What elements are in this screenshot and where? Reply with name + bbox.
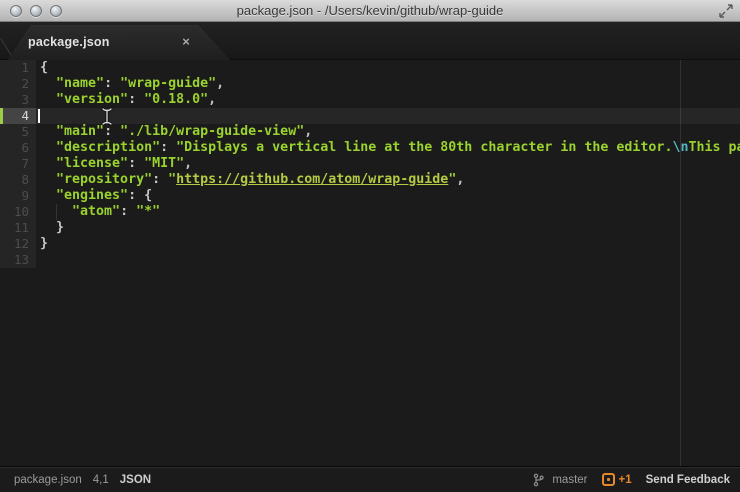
git-branch-icon [533, 473, 544, 487]
code-token [40, 172, 56, 187]
code-token: This pa [688, 140, 740, 155]
title-bar: package.json - /Users/kevin/github/wrap-… [0, 0, 740, 22]
tab-package-json[interactable]: package.json × [8, 25, 230, 60]
code-token: { [40, 60, 48, 75]
code-line[interactable]: { [0, 60, 740, 76]
code-token: } [40, 220, 64, 235]
code-token: "description" [56, 140, 160, 155]
code-token: : [128, 188, 144, 203]
code-token: , [208, 92, 216, 107]
status-left: package.json 4,1 JSON [14, 474, 151, 486]
code-token: " [168, 172, 176, 187]
code-token: "atom" [72, 204, 120, 219]
code-token [40, 156, 56, 171]
status-bar: package.json 4,1 JSON master +1 Send Fee… [0, 466, 740, 492]
editor[interactable]: 12345678910111213 { "name": "wrap-guide"… [0, 60, 740, 466]
code-token: { [144, 188, 152, 203]
diff-modified-icon [602, 473, 615, 486]
ibeam-pointer-icon [101, 107, 113, 126]
status-right: master +1 Send Feedback [533, 473, 730, 487]
code-token: "main" [56, 124, 104, 139]
code-token [40, 204, 72, 219]
zoom-window-button[interactable] [50, 5, 62, 17]
code-token: : [104, 124, 120, 139]
code-token: , [304, 124, 312, 139]
code-token: : [128, 156, 144, 171]
code-token: "*" [136, 204, 160, 219]
code-token: "0.18.0" [144, 92, 208, 107]
code-token: : [104, 76, 120, 91]
send-feedback-button[interactable]: Send Feedback [646, 474, 730, 486]
diff-modified-dot [607, 478, 610, 481]
code-line[interactable]: "license": "MIT", [0, 156, 740, 172]
code-token: "wrap-guide" [120, 76, 216, 91]
code-token [40, 76, 56, 91]
code-token [40, 140, 56, 155]
code-token: "license" [56, 156, 128, 171]
code-token: : [160, 140, 176, 155]
code-line[interactable]: "main": "./lib/wrap-guide-view", [0, 124, 740, 140]
tab-label: package.json [28, 25, 110, 60]
code-token: "MIT" [144, 156, 184, 171]
code-line[interactable]: } [0, 236, 740, 252]
code-token: , [216, 76, 224, 91]
code-line[interactable]: "description": "Displays a vertical line… [0, 140, 740, 156]
code-token: } [40, 236, 48, 251]
code-line[interactable]: } [0, 220, 740, 236]
code-token: : [152, 172, 168, 187]
code-token: "./lib/wrap-guide-view" [120, 124, 304, 139]
code-line[interactable]: "atom": "*" [0, 204, 740, 220]
code-line[interactable]: "name": "wrap-guide", [0, 76, 740, 92]
text-cursor [38, 109, 40, 123]
window-title: package.json - /Users/kevin/github/wrap-… [70, 0, 670, 21]
code-token: "engines" [56, 188, 128, 203]
code-token: , [456, 172, 464, 187]
status-cursor-position: 4,1 [93, 474, 109, 486]
code-line[interactable] [0, 252, 740, 268]
code-token: : [120, 204, 136, 219]
code-token: : [128, 92, 144, 107]
tab-close-icon[interactable]: × [178, 25, 194, 60]
code-token: "version" [56, 92, 128, 107]
code-token [40, 92, 56, 107]
code-link[interactable]: https://github.com/atom/wrap-guide [176, 172, 448, 187]
fullscreen-icon[interactable] [718, 3, 734, 19]
status-diff-count: +1 [619, 474, 632, 486]
code-line[interactable]: "version": "0.18.0", [0, 92, 740, 108]
tab-bar: package.json × [0, 22, 740, 60]
code-line[interactable]: "engines": { [0, 188, 740, 204]
code-token: "repository" [56, 172, 152, 187]
status-grammar[interactable]: JSON [120, 474, 151, 486]
atom-window: package.json - /Users/kevin/github/wrap-… [0, 0, 740, 492]
code-token: "name" [56, 76, 104, 91]
minimize-window-button[interactable] [30, 5, 42, 17]
code-token [40, 188, 56, 203]
code-line[interactable]: "repository": "https://github.com/atom/w… [0, 172, 740, 188]
status-file-name: package.json [14, 474, 82, 486]
code-token [40, 124, 56, 139]
window-controls [10, 5, 62, 17]
code-lines[interactable]: { "name": "wrap-guide", "version": "0.18… [0, 60, 740, 268]
code-token: \n [672, 140, 688, 155]
close-window-button[interactable] [10, 5, 22, 17]
code-token: "Displays a vertical line at the 80th ch… [176, 140, 672, 155]
status-git-branch: master [552, 474, 587, 486]
code-token: , [184, 156, 192, 171]
